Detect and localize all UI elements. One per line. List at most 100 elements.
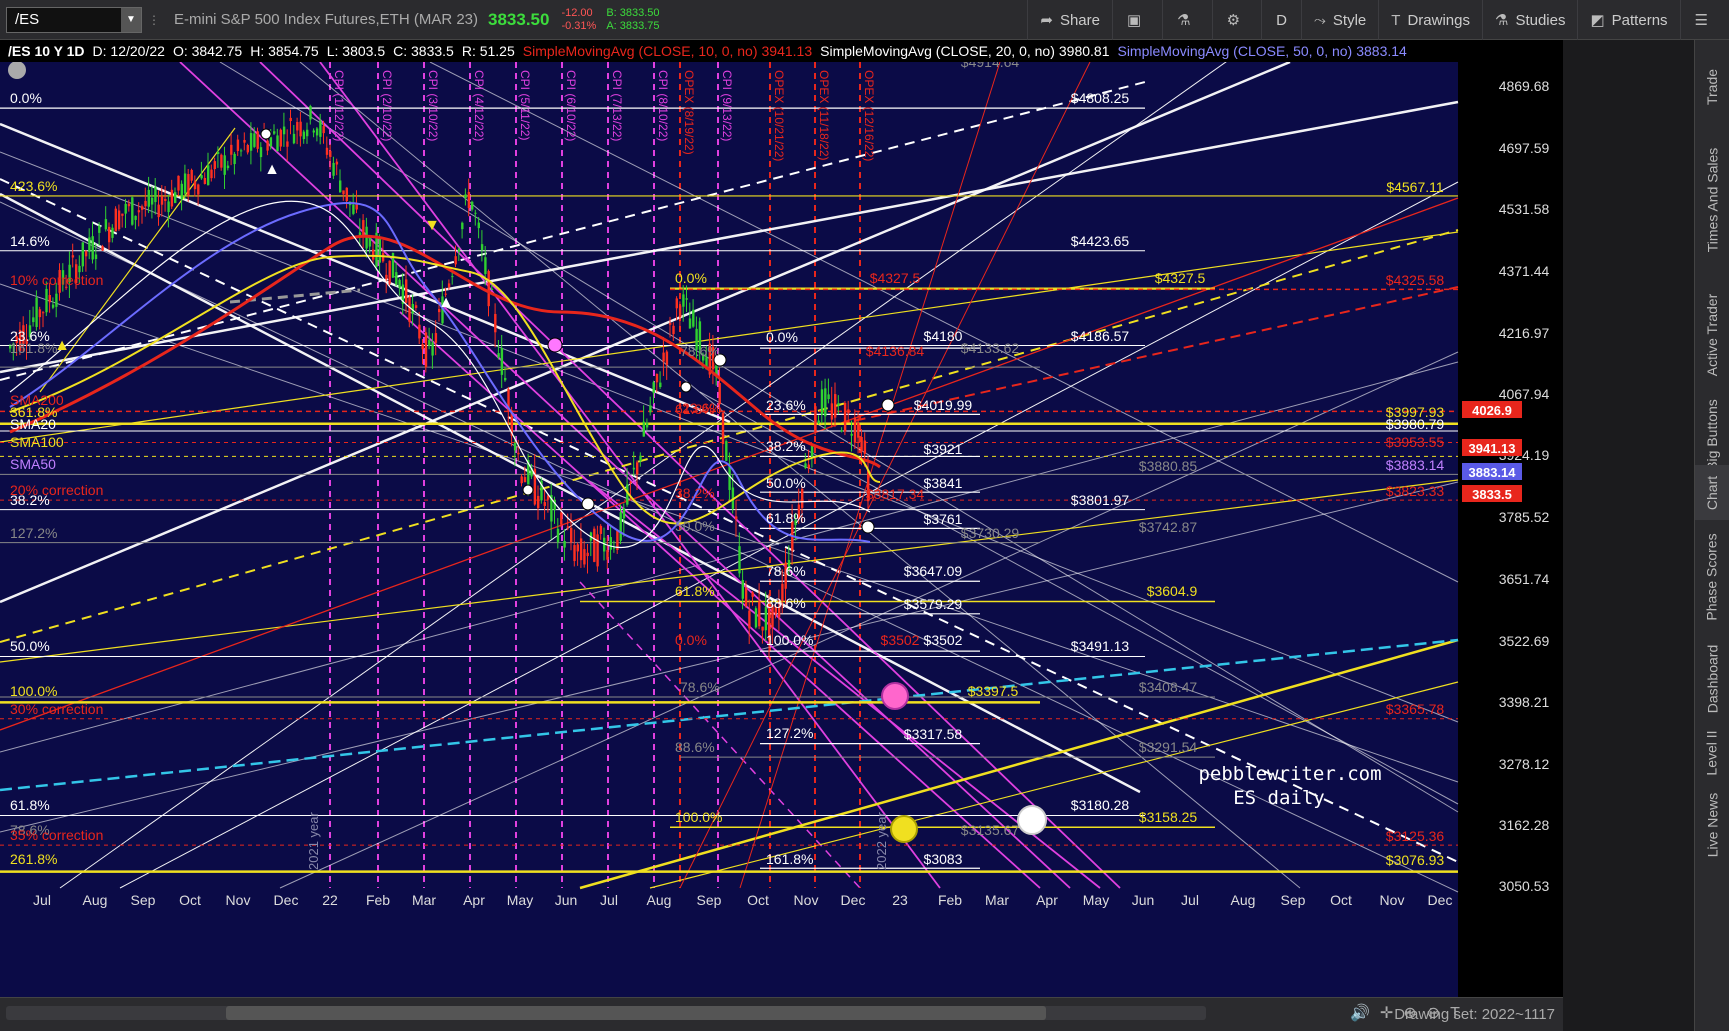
candle-body xyxy=(804,463,807,468)
side-tab-times-and-sales[interactable]: Times And Sales xyxy=(1695,130,1729,270)
share-button[interactable]: ➦ Share xyxy=(1027,0,1112,40)
settings-button[interactable]: ⚙ xyxy=(1211,0,1261,40)
candle-body xyxy=(342,190,345,195)
drag-handle-icon[interactable]: ⋮ xyxy=(148,7,162,33)
side-tab-level-ii[interactable]: Level II xyxy=(1695,725,1729,780)
candle-body xyxy=(388,260,391,284)
arrow-icon: ▲ xyxy=(264,161,280,178)
scrollbar-thumb[interactable] xyxy=(226,1006,1046,1020)
fib-label: 0.0% xyxy=(675,632,707,648)
candle-body xyxy=(216,151,220,154)
speaker-icon[interactable]: 🔊 xyxy=(1350,1005,1380,1022)
side-tab-phase-scores[interactable]: Phase Scores xyxy=(1695,522,1729,632)
time-scrollbar[interactable] xyxy=(6,1006,1206,1020)
side-tab-dashboard[interactable]: Dashboard xyxy=(1695,636,1729,721)
candle-body xyxy=(220,154,223,168)
arrow-icon: ▲ xyxy=(438,294,454,311)
time-axis-label: Jul xyxy=(33,892,51,908)
candle-body xyxy=(593,528,596,562)
event-label: CPI (5/11/22) xyxy=(518,70,532,140)
sma50-label[interactable]: SimpleMovingAvg (CLOSE, 50, 0, no) xyxy=(1117,43,1352,59)
candle-body xyxy=(299,121,302,137)
fib-label: 23.6% xyxy=(766,397,806,413)
chart-canvas[interactable]: ▲▲▼▲ CPI (1/12/22) CPI (2/10/22) CPI (3/10… xyxy=(0,51,1563,997)
event-label: CPI (9/13/22) xyxy=(720,70,734,141)
studies-button[interactable]: ⚗ Studies xyxy=(1481,0,1578,40)
candle-body xyxy=(292,133,296,144)
side-tab-trade[interactable]: Trade xyxy=(1695,52,1729,122)
candle-body xyxy=(286,141,289,147)
candle-body xyxy=(461,222,464,230)
style-button[interactable]: ⤳ Style xyxy=(1300,0,1378,40)
candle-body xyxy=(319,120,322,137)
candle-body xyxy=(537,495,540,509)
candle-body xyxy=(645,422,649,428)
candle-body xyxy=(738,546,741,574)
price-badge: 4026.9 xyxy=(1472,403,1512,418)
period-button[interactable]: D xyxy=(1261,0,1301,40)
price-chart[interactable]: ▲ ▲ ▼ ▲ CPI (1/12/22) CPI (2/10/22) CPI (3/10… xyxy=(0,51,1563,997)
time-axis-label: 23 xyxy=(892,892,908,908)
candle-body xyxy=(761,626,764,631)
candle-body xyxy=(71,255,75,258)
candle-body xyxy=(104,219,108,230)
menu-button[interactable]: ☰ xyxy=(1679,0,1729,40)
level-label: $3125.36 xyxy=(1386,828,1445,844)
time-axis-label: Jun xyxy=(555,892,578,908)
candle-body xyxy=(124,203,127,214)
level-label: $3883.14 xyxy=(1386,457,1445,473)
candle-body xyxy=(91,236,94,260)
fib-label: 10% correction xyxy=(10,272,103,288)
candle-body xyxy=(154,187,157,203)
chevron-down-icon[interactable]: ▼ xyxy=(121,7,141,32)
candle-body xyxy=(678,305,682,318)
sma10-label[interactable]: SimpleMovingAvg (CLOSE, 10, 0, no) xyxy=(523,43,758,59)
drawings-button[interactable]: T Drawings xyxy=(1378,0,1482,40)
level-label: $3579.29 xyxy=(904,596,963,612)
candle-body xyxy=(418,324,421,339)
side-tab-live-news[interactable]: Live News xyxy=(1695,780,1729,870)
candle-body xyxy=(200,175,203,179)
candle-body xyxy=(639,455,642,461)
screenshot-button[interactable]: ▣ xyxy=(1111,0,1162,40)
flask-button[interactable]: ⚗ xyxy=(1162,0,1211,40)
patterns-button[interactable]: ◩ Patterns xyxy=(1577,0,1679,40)
candle-body xyxy=(329,150,332,157)
fib-label: 14.6% xyxy=(10,233,50,249)
level-label: $3502 xyxy=(924,632,963,648)
candle-body xyxy=(629,481,632,484)
side-tab-chart[interactable]: Chart xyxy=(1695,465,1729,520)
event-label: CPI (8/10/22) xyxy=(656,70,670,141)
candle-body xyxy=(276,135,279,152)
fib-label: SMA50 xyxy=(10,456,56,472)
candle-body xyxy=(434,333,438,343)
bar-low: L: 3803.5 xyxy=(326,43,386,59)
candle-body xyxy=(451,276,454,278)
candle-body xyxy=(454,256,457,265)
side-tab-label: Big Buttons xyxy=(1704,399,1721,471)
symbol-selector[interactable]: /ES ▼ xyxy=(6,6,142,33)
level-label: $3801.97 xyxy=(1071,492,1130,508)
level-label: $4567.11 xyxy=(1386,179,1444,195)
price-axis-tick: 4371.44 xyxy=(1499,263,1550,279)
level-label: $3817.34 xyxy=(866,486,925,502)
candle-body xyxy=(240,150,243,152)
candle-body xyxy=(655,373,659,383)
fib-label: 0.0% xyxy=(10,90,42,106)
drawing-set-label[interactable]: Drawing set: 2022~1117 xyxy=(1394,1006,1555,1023)
chart-label: /ES 10 Y 1D xyxy=(8,43,85,59)
level-label: $3397.5 xyxy=(968,683,1019,699)
sma20-label[interactable]: SimpleMovingAvg (CLOSE, 20, 0, no) xyxy=(820,43,1055,59)
candle-body xyxy=(249,133,253,151)
level-label: $4019.99 xyxy=(914,397,973,413)
side-tab-active-trader[interactable]: Active Trader xyxy=(1695,285,1729,385)
candle-body xyxy=(840,430,843,432)
candle-body xyxy=(685,298,688,300)
candle-body xyxy=(84,251,88,257)
candle-body xyxy=(187,174,190,196)
level-label: $3823.33 xyxy=(1386,483,1445,499)
candle-body xyxy=(744,587,748,607)
level-label: $3604.9 xyxy=(1147,583,1198,599)
level-label: $3491.13 xyxy=(1071,638,1130,654)
event-label: CPI (1/12/22) xyxy=(332,70,346,141)
